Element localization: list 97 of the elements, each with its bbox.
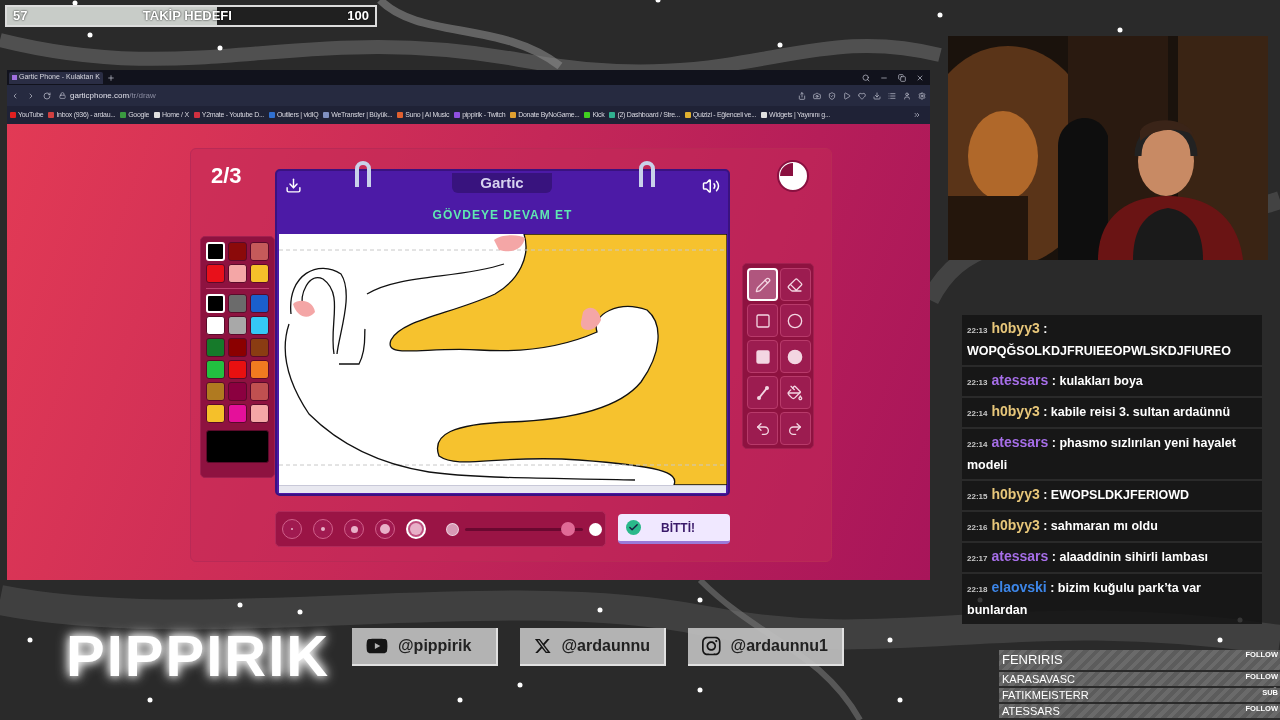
search-icon[interactable] bbox=[862, 73, 870, 82]
camera-icon[interactable] bbox=[813, 91, 821, 100]
color-swatch[interactable] bbox=[228, 360, 247, 379]
circle-icon bbox=[787, 312, 803, 329]
check-icon bbox=[626, 520, 641, 535]
tool-button[interactable] bbox=[747, 304, 778, 337]
close-icon[interactable] bbox=[916, 73, 924, 82]
lock-icon bbox=[59, 92, 66, 99]
list-icon[interactable] bbox=[888, 91, 896, 100]
binder-ring-icon bbox=[637, 159, 657, 189]
tool-button[interactable] bbox=[747, 376, 778, 409]
square-icon bbox=[754, 312, 771, 329]
share-icon[interactable] bbox=[798, 91, 806, 100]
undo-icon bbox=[754, 420, 771, 437]
filled-square-icon bbox=[754, 348, 771, 365]
color-swatch[interactable] bbox=[228, 294, 247, 313]
color-swatch[interactable] bbox=[250, 294, 269, 313]
tool-button[interactable] bbox=[779, 340, 811, 373]
color-swatch[interactable] bbox=[228, 338, 247, 357]
color-swatch[interactable] bbox=[228, 404, 247, 423]
chat-message: 22:14 h0byy3 : kabile reisi 3. sultan ardaünnü bbox=[962, 398, 1262, 427]
address-bar[interactable]: garticphone.com/tr/draw bbox=[70, 89, 156, 102]
social-handle-card: @ardaunnu bbox=[520, 628, 666, 666]
opacity-max-icon bbox=[589, 522, 602, 536]
drawing-canvas[interactable] bbox=[279, 234, 727, 485]
color-swatch[interactable] bbox=[206, 264, 225, 283]
color-swatch[interactable] bbox=[228, 316, 247, 335]
profile-icon[interactable] bbox=[903, 91, 911, 100]
chat-message: 22:13 atessars : kulakları boya bbox=[962, 367, 1262, 396]
channel-logo: PIPPIRIK bbox=[66, 622, 331, 690]
opacity-slider[interactable] bbox=[465, 522, 583, 536]
prompt-text: GÖVDEYE DEVAM ET bbox=[432, 207, 573, 224]
slider-thumb[interactable] bbox=[560, 522, 575, 536]
paint-bucket-icon bbox=[787, 384, 803, 401]
pencil-icon bbox=[754, 276, 771, 293]
goal-target: 100 bbox=[347, 7, 369, 26]
restore-icon[interactable] bbox=[898, 73, 906, 82]
social-handle-card: @pippirik bbox=[352, 628, 498, 666]
tool-button[interactable] bbox=[779, 304, 811, 337]
forward-icon[interactable] bbox=[27, 91, 35, 100]
chat-message: 22:15 h0byy3 : EWOPSLDKJFERIOWD bbox=[962, 481, 1262, 510]
download-icon[interactable] bbox=[285, 177, 302, 194]
goal-current: 57 bbox=[13, 7, 28, 26]
download-icon[interactable] bbox=[873, 91, 881, 100]
line-icon bbox=[754, 384, 771, 401]
done-button[interactable]: BİTTİ! bbox=[618, 514, 730, 544]
color-swatch[interactable] bbox=[250, 382, 269, 401]
brush-size-button[interactable] bbox=[375, 519, 395, 539]
brush-size-button[interactable] bbox=[313, 519, 333, 539]
gartic-logo: Gartic bbox=[452, 173, 552, 193]
settings-icon[interactable] bbox=[918, 91, 926, 100]
color-swatch[interactable] bbox=[206, 338, 225, 357]
favicon bbox=[12, 75, 17, 80]
color-swatch[interactable] bbox=[250, 264, 269, 283]
brush-size-button[interactable] bbox=[344, 519, 364, 539]
heart-icon[interactable] bbox=[858, 91, 866, 100]
event-username: FATIKMEISTERR bbox=[1002, 687, 1089, 703]
binder-ring-icon bbox=[353, 159, 373, 189]
shield-icon[interactable] bbox=[828, 91, 836, 100]
tool-button[interactable] bbox=[747, 340, 778, 373]
back-icon[interactable] bbox=[11, 91, 19, 100]
opacity-min-icon bbox=[446, 522, 459, 536]
eraser-icon bbox=[787, 276, 803, 293]
redo-icon bbox=[787, 420, 803, 437]
chat-message: 22:17 atessars : alaaddinin sihirli lambası bbox=[962, 543, 1262, 572]
tool-button[interactable] bbox=[779, 412, 811, 445]
color-swatch[interactable] bbox=[228, 264, 247, 283]
new-tab-icon[interactable] bbox=[106, 73, 115, 82]
color-swatch[interactable] bbox=[206, 382, 225, 401]
chat-message: 22:14 atessars : phasmo sızlırılan yeni hayalet modeli bbox=[962, 429, 1262, 479]
color-swatch[interactable] bbox=[206, 316, 225, 335]
volume-icon[interactable] bbox=[702, 177, 720, 195]
timer-icon bbox=[776, 159, 810, 193]
color-swatch[interactable] bbox=[228, 242, 247, 261]
instagram-icon bbox=[702, 635, 721, 657]
round-counter: 2/3 bbox=[211, 162, 243, 190]
event-username: FENRIRIS bbox=[1002, 651, 1063, 670]
tool-button[interactable] bbox=[779, 268, 811, 301]
play-icon[interactable] bbox=[843, 91, 851, 100]
color-swatch[interactable] bbox=[250, 242, 269, 261]
filled-circle-icon bbox=[787, 348, 803, 365]
color-swatch[interactable] bbox=[250, 360, 269, 379]
event-username: KARASAVASC bbox=[1002, 671, 1075, 687]
event-username: ATESSARS bbox=[1002, 703, 1060, 719]
reload-icon[interactable] bbox=[43, 91, 51, 100]
chat-message: 22:18 elaovski : bizim kuğulu park’ta var bunlardan bbox=[962, 574, 1262, 624]
color-swatch[interactable] bbox=[250, 338, 269, 357]
tool-button[interactable] bbox=[779, 376, 811, 409]
color-swatch[interactable] bbox=[228, 382, 247, 401]
color-swatch[interactable] bbox=[206, 360, 225, 379]
more-bookmarks-icon[interactable] bbox=[913, 111, 921, 119]
color-swatch[interactable] bbox=[206, 404, 225, 423]
chat-message: 22:16 h0byy3 : sahmaran mı oldu bbox=[962, 512, 1262, 541]
tool-button[interactable] bbox=[747, 412, 778, 445]
color-swatch[interactable] bbox=[250, 404, 269, 423]
social-handle-card: @ardaunnu1 bbox=[688, 628, 844, 666]
color-swatch[interactable] bbox=[250, 316, 269, 335]
